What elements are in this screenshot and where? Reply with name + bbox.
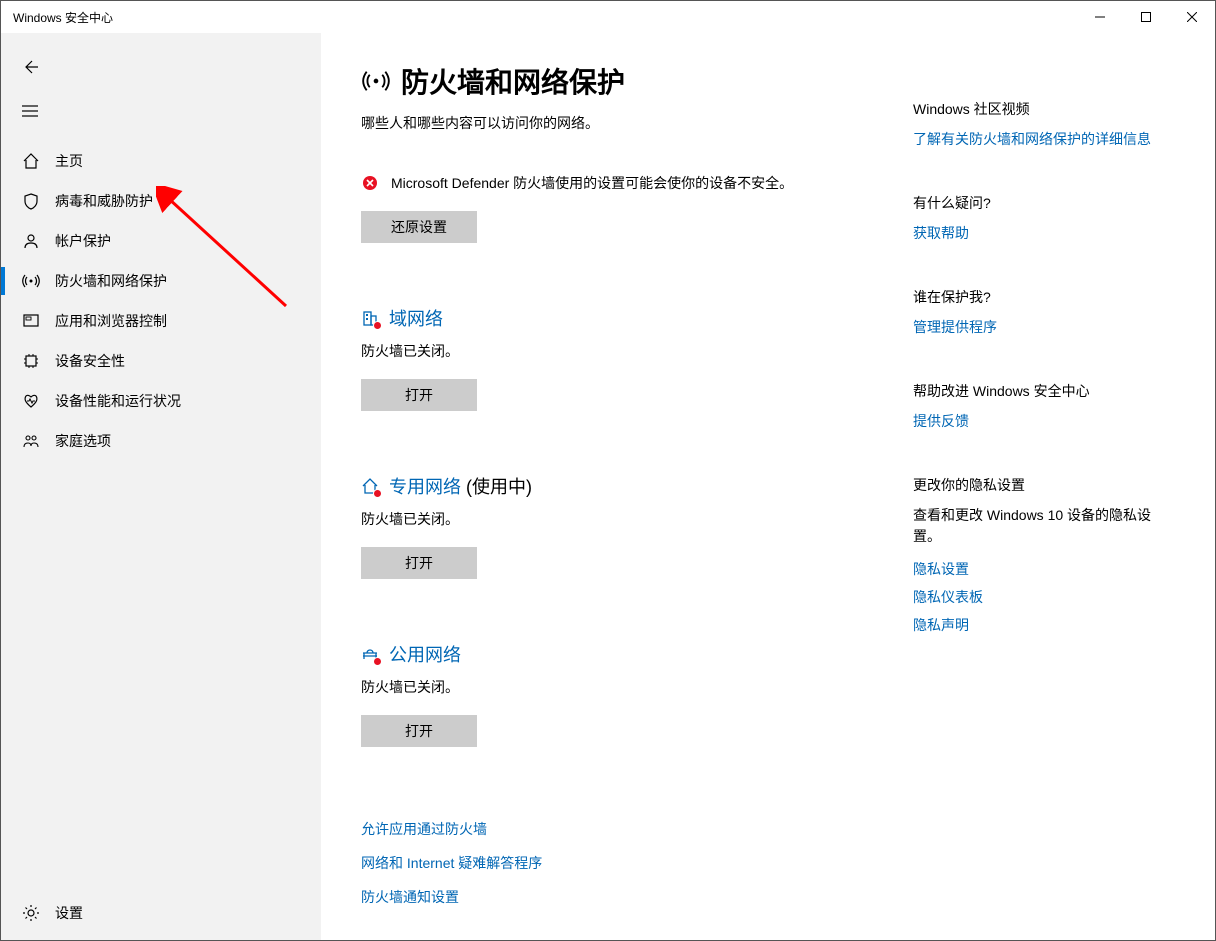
link-get-help[interactable]: 获取帮助	[913, 223, 1173, 243]
minimize-button[interactable]	[1077, 1, 1123, 33]
alert-dot-icon	[373, 657, 382, 666]
right-block-privacy: 更改你的隐私设置 查看和更改 Windows 10 设备的隐私设置。 隐私设置 …	[913, 475, 1173, 635]
error-icon	[361, 174, 379, 192]
right-heading: 有什么疑问?	[913, 193, 1173, 213]
bench-icon	[361, 645, 379, 663]
alert-dot-icon	[373, 489, 382, 498]
building-icon	[361, 309, 379, 327]
nav-label: 设备性能和运行状况	[55, 391, 181, 411]
sidebar: 主页 病毒和威胁防护 帐户保护 防火墙和网络保护 应用和浏览器控制	[1, 33, 321, 941]
open-button[interactable]: 打开	[361, 547, 477, 579]
page-header: 防火墙和网络保护	[361, 61, 881, 101]
house-icon	[361, 477, 379, 495]
link-troubleshoot[interactable]: 网络和 Internet 疑难解答程序	[361, 853, 881, 873]
link-notification-settings[interactable]: 防火墙通知设置	[361, 887, 881, 907]
right-block-improve: 帮助改进 Windows 安全中心 提供反馈	[913, 381, 1173, 431]
broadcast-icon	[21, 271, 41, 291]
right-block-protect: 谁在保护我? 管理提供程序	[913, 287, 1173, 337]
network-status: 防火墙已关闭。	[361, 509, 881, 529]
nav-label: 主页	[55, 151, 83, 171]
nav-item-firewall[interactable]: 防火墙和网络保护	[1, 261, 321, 301]
link-manage-providers[interactable]: 管理提供程序	[913, 317, 1173, 337]
link-privacy-dashboard[interactable]: 隐私仪表板	[913, 587, 1173, 607]
network-section-private: 专用网络 (使用中) 防火墙已关闭。 打开	[361, 473, 881, 579]
network-header[interactable]: 域网络	[361, 305, 881, 331]
nav-item-app-browser[interactable]: 应用和浏览器控制	[1, 301, 321, 341]
shield-icon	[21, 191, 41, 211]
alert-dot-icon	[373, 321, 382, 330]
network-section-domain: 域网络 防火墙已关闭。 打开	[361, 305, 881, 411]
link-allow-app[interactable]: 允许应用通过防火墙	[361, 819, 881, 839]
close-button[interactable]	[1169, 1, 1215, 33]
gear-icon	[21, 903, 41, 923]
window-controls	[1077, 1, 1215, 33]
heart-icon	[21, 391, 41, 411]
nav-label: 帐户保护	[55, 231, 111, 251]
nav-label: 设备安全性	[55, 351, 125, 371]
network-title: 专用网络 (使用中)	[389, 473, 532, 499]
open-button[interactable]: 打开	[361, 715, 477, 747]
right-text: 查看和更改 Windows 10 设备的隐私设置。	[913, 505, 1173, 547]
nav-label: 防火墙和网络保护	[55, 271, 167, 291]
nav-item-virus[interactable]: 病毒和威胁防护	[1, 181, 321, 221]
right-heading: 谁在保护我?	[913, 287, 1173, 307]
main-content: 防火墙和网络保护 哪些人和哪些内容可以访问你的网络。 Microsoft Def…	[361, 61, 881, 941]
page-subtitle: 哪些人和哪些内容可以访问你的网络。	[361, 113, 881, 133]
right-heading: 帮助改进 Windows 安全中心	[913, 381, 1173, 401]
bottom-links: 允许应用通过防火墙 网络和 Internet 疑难解答程序 防火墙通知设置	[361, 819, 881, 907]
nav-label: 设置	[55, 903, 83, 923]
right-heading: 更改你的隐私设置	[913, 475, 1173, 495]
network-title: 公用网络	[389, 641, 461, 667]
right-block-question: 有什么疑问? 获取帮助	[913, 193, 1173, 243]
network-status: 防火墙已关闭。	[361, 677, 881, 697]
right-block-community: Windows 社区视频 了解有关防火墙和网络保护的详细信息	[913, 99, 1173, 149]
nav-item-device-health[interactable]: 设备性能和运行状况	[1, 381, 321, 421]
network-title: 域网络	[389, 305, 443, 331]
restore-settings-button[interactable]: 还原设置	[361, 211, 477, 243]
nav-label: 家庭选项	[55, 431, 111, 451]
link-privacy-statement[interactable]: 隐私声明	[913, 615, 1173, 635]
network-header[interactable]: 公用网络	[361, 641, 881, 667]
link-learn-more[interactable]: 了解有关防火墙和网络保护的详细信息	[913, 129, 1173, 149]
network-status: 防火墙已关闭。	[361, 341, 881, 361]
nav-item-account[interactable]: 帐户保护	[1, 221, 321, 261]
nav-item-settings[interactable]: 设置	[1, 893, 321, 933]
body: 主页 病毒和威胁防护 帐户保护 防火墙和网络保护 应用和浏览器控制	[1, 33, 1215, 941]
home-icon	[21, 151, 41, 171]
open-button[interactable]: 打开	[361, 379, 477, 411]
main: 防火墙和网络保护 哪些人和哪些内容可以访问你的网络。 Microsoft Def…	[321, 33, 1215, 941]
nav-label: 病毒和威胁防护	[55, 191, 153, 211]
warning-text: Microsoft Defender 防火墙使用的设置可能会使你的设备不安全。	[391, 173, 793, 193]
person-icon	[21, 231, 41, 251]
link-privacy-settings[interactable]: 隐私设置	[913, 559, 1173, 579]
nav-item-device-security[interactable]: 设备安全性	[1, 341, 321, 381]
warning-row: Microsoft Defender 防火墙使用的设置可能会使你的设备不安全。	[361, 173, 881, 193]
window-title: Windows 安全中心	[13, 9, 113, 26]
maximize-button[interactable]	[1123, 1, 1169, 33]
chip-icon	[21, 351, 41, 371]
network-section-public: 公用网络 防火墙已关闭。 打开	[361, 641, 881, 747]
nav-list: 主页 病毒和威胁防护 帐户保护 防火墙和网络保护 应用和浏览器控制	[1, 141, 321, 461]
family-icon	[21, 431, 41, 451]
broadcast-icon	[361, 66, 391, 96]
nav-label: 应用和浏览器控制	[55, 311, 167, 331]
app-browser-icon	[21, 311, 41, 331]
nav-item-family[interactable]: 家庭选项	[1, 421, 321, 461]
right-panel: Windows 社区视频 了解有关防火墙和网络保护的详细信息 有什么疑问? 获取…	[913, 61, 1173, 941]
page-title: 防火墙和网络保护	[401, 61, 625, 101]
nav-item-home[interactable]: 主页	[1, 141, 321, 181]
back-button[interactable]	[1, 45, 321, 89]
titlebar: Windows 安全中心	[1, 1, 1215, 33]
right-heading: Windows 社区视频	[913, 99, 1173, 119]
link-feedback[interactable]: 提供反馈	[913, 411, 1173, 431]
hamburger-button[interactable]	[1, 89, 321, 133]
network-header[interactable]: 专用网络 (使用中)	[361, 473, 881, 499]
app-window: Windows 安全中心 主页	[0, 0, 1216, 941]
